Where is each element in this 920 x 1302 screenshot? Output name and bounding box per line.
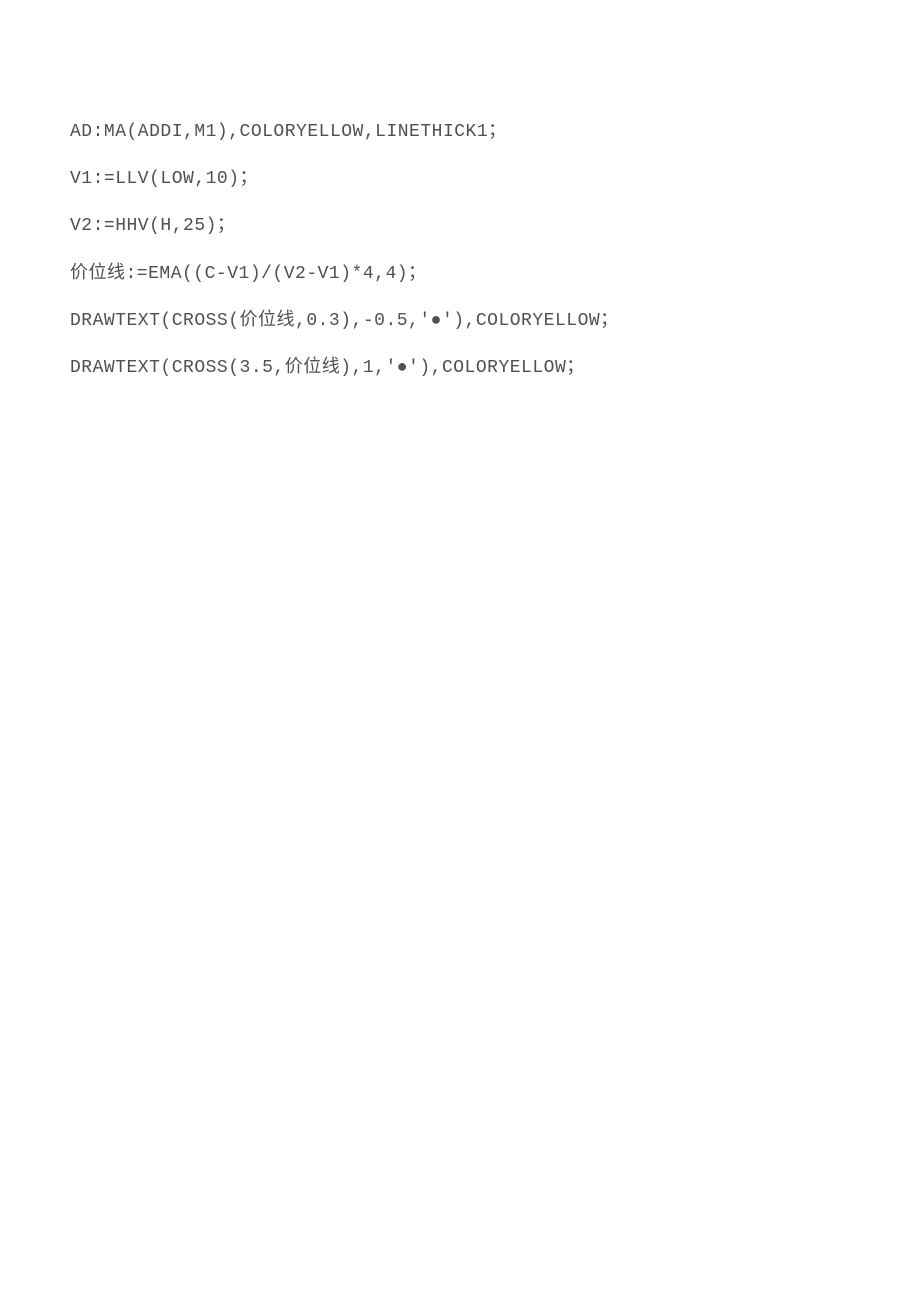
code-line-6: DRAWTEXT(CROSS(3.5,价位线),1,'●'),COLORYELL… <box>70 356 850 381</box>
code-line-2: V1:=LLV(LOW,10)； <box>70 167 850 192</box>
code-line-3: V2:=HHV(H,25)； <box>70 214 850 239</box>
code-line-5: DRAWTEXT(CROSS(价位线,0.3),-0.5,'●'),COLORY… <box>70 309 850 334</box>
code-line-1: AD:MA(ADDI,M1),COLORYELLOW,LINETHICK1； <box>70 120 850 145</box>
code-line-4: 价位线:=EMA((C-V1)/(V2-V1)*4,4)； <box>70 262 850 287</box>
